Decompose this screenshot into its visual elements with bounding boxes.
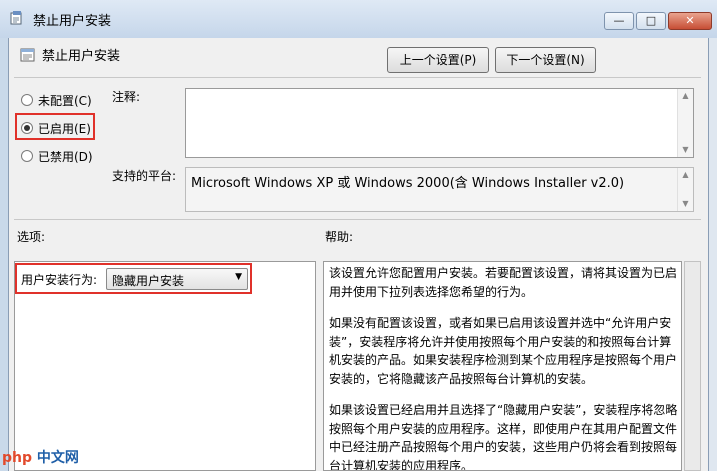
previous-setting-button[interactable]: 上一个设置(P) [387, 47, 489, 73]
setting-icon [20, 48, 35, 62]
help-text: 该设置允许您配置用户安装。若要配置该设置，请将其设置为已启用并使用下拉列表选择您… [329, 264, 679, 471]
divider [14, 219, 701, 220]
policy-icon [10, 11, 22, 25]
comment-label: 注释: [112, 90, 141, 104]
help-paragraph: 如果没有配置该设置，或者如果已启用该设置并选中“允许用户安装”，安装程序将允许并… [329, 316, 678, 386]
comment-textarea[interactable]: ▲ ▼ [185, 88, 694, 158]
close-button[interactable]: ✕ [668, 12, 712, 30]
platform-field: Microsoft Windows XP 或 Windows 2000(含 Wi… [185, 167, 694, 212]
disabled-radio[interactable] [21, 150, 33, 162]
not-configured-label[interactable]: 未配置(C) [38, 92, 92, 109]
disabled-label[interactable]: 已禁用(D) [38, 148, 93, 165]
background-edge [709, 38, 717, 471]
platform-label: 支持的平台: [112, 169, 177, 183]
help-paragraph: 如果该设置已经启用并且选择了“隐藏用户安装”，安装程序将忽略按照每个用户安装的应… [329, 403, 678, 471]
divider [14, 77, 701, 78]
help-paragraph: 该设置允许您配置用户安装。若要配置该设置，请将其设置为已启用并使用下拉列表选择您… [329, 266, 678, 299]
scroll-down-icon[interactable]: ▼ [678, 143, 693, 157]
platform-scrollbar[interactable]: ▲ ▼ [677, 168, 693, 211]
watermark-text: 中文网 [36, 450, 79, 466]
not-configured-radio[interactable] [21, 94, 33, 106]
scroll-up-icon[interactable]: ▲ [678, 168, 693, 182]
highlight-box-options [15, 263, 252, 294]
platform-value: Microsoft Windows XP 或 Windows 2000(含 Wi… [191, 176, 625, 191]
highlight-box-enabled [15, 113, 95, 140]
comment-scrollbar[interactable]: ▲ ▼ [677, 89, 693, 157]
scroll-down-icon[interactable]: ▼ [678, 197, 693, 211]
minimize-button[interactable]: — [604, 12, 634, 30]
help-panel: 该设置允许您配置用户安装。若要配置该设置，请将其设置为已启用并使用下拉列表选择您… [323, 261, 682, 471]
scroll-up-icon[interactable]: ▲ [678, 89, 693, 103]
watermark-logo: php 中文网 [2, 447, 79, 467]
next-setting-button[interactable]: 下一个设置(N) [495, 47, 596, 73]
watermark-brand: php [2, 450, 33, 466]
help-scrollbar[interactable] [684, 261, 701, 471]
options-label: 选项: [17, 230, 46, 244]
help-label: 帮助: [325, 230, 354, 244]
window-title: 禁止用户安装 [33, 14, 112, 29]
setting-title: 禁止用户安装 [42, 49, 121, 64]
maximize-button[interactable]: □ [636, 12, 666, 30]
